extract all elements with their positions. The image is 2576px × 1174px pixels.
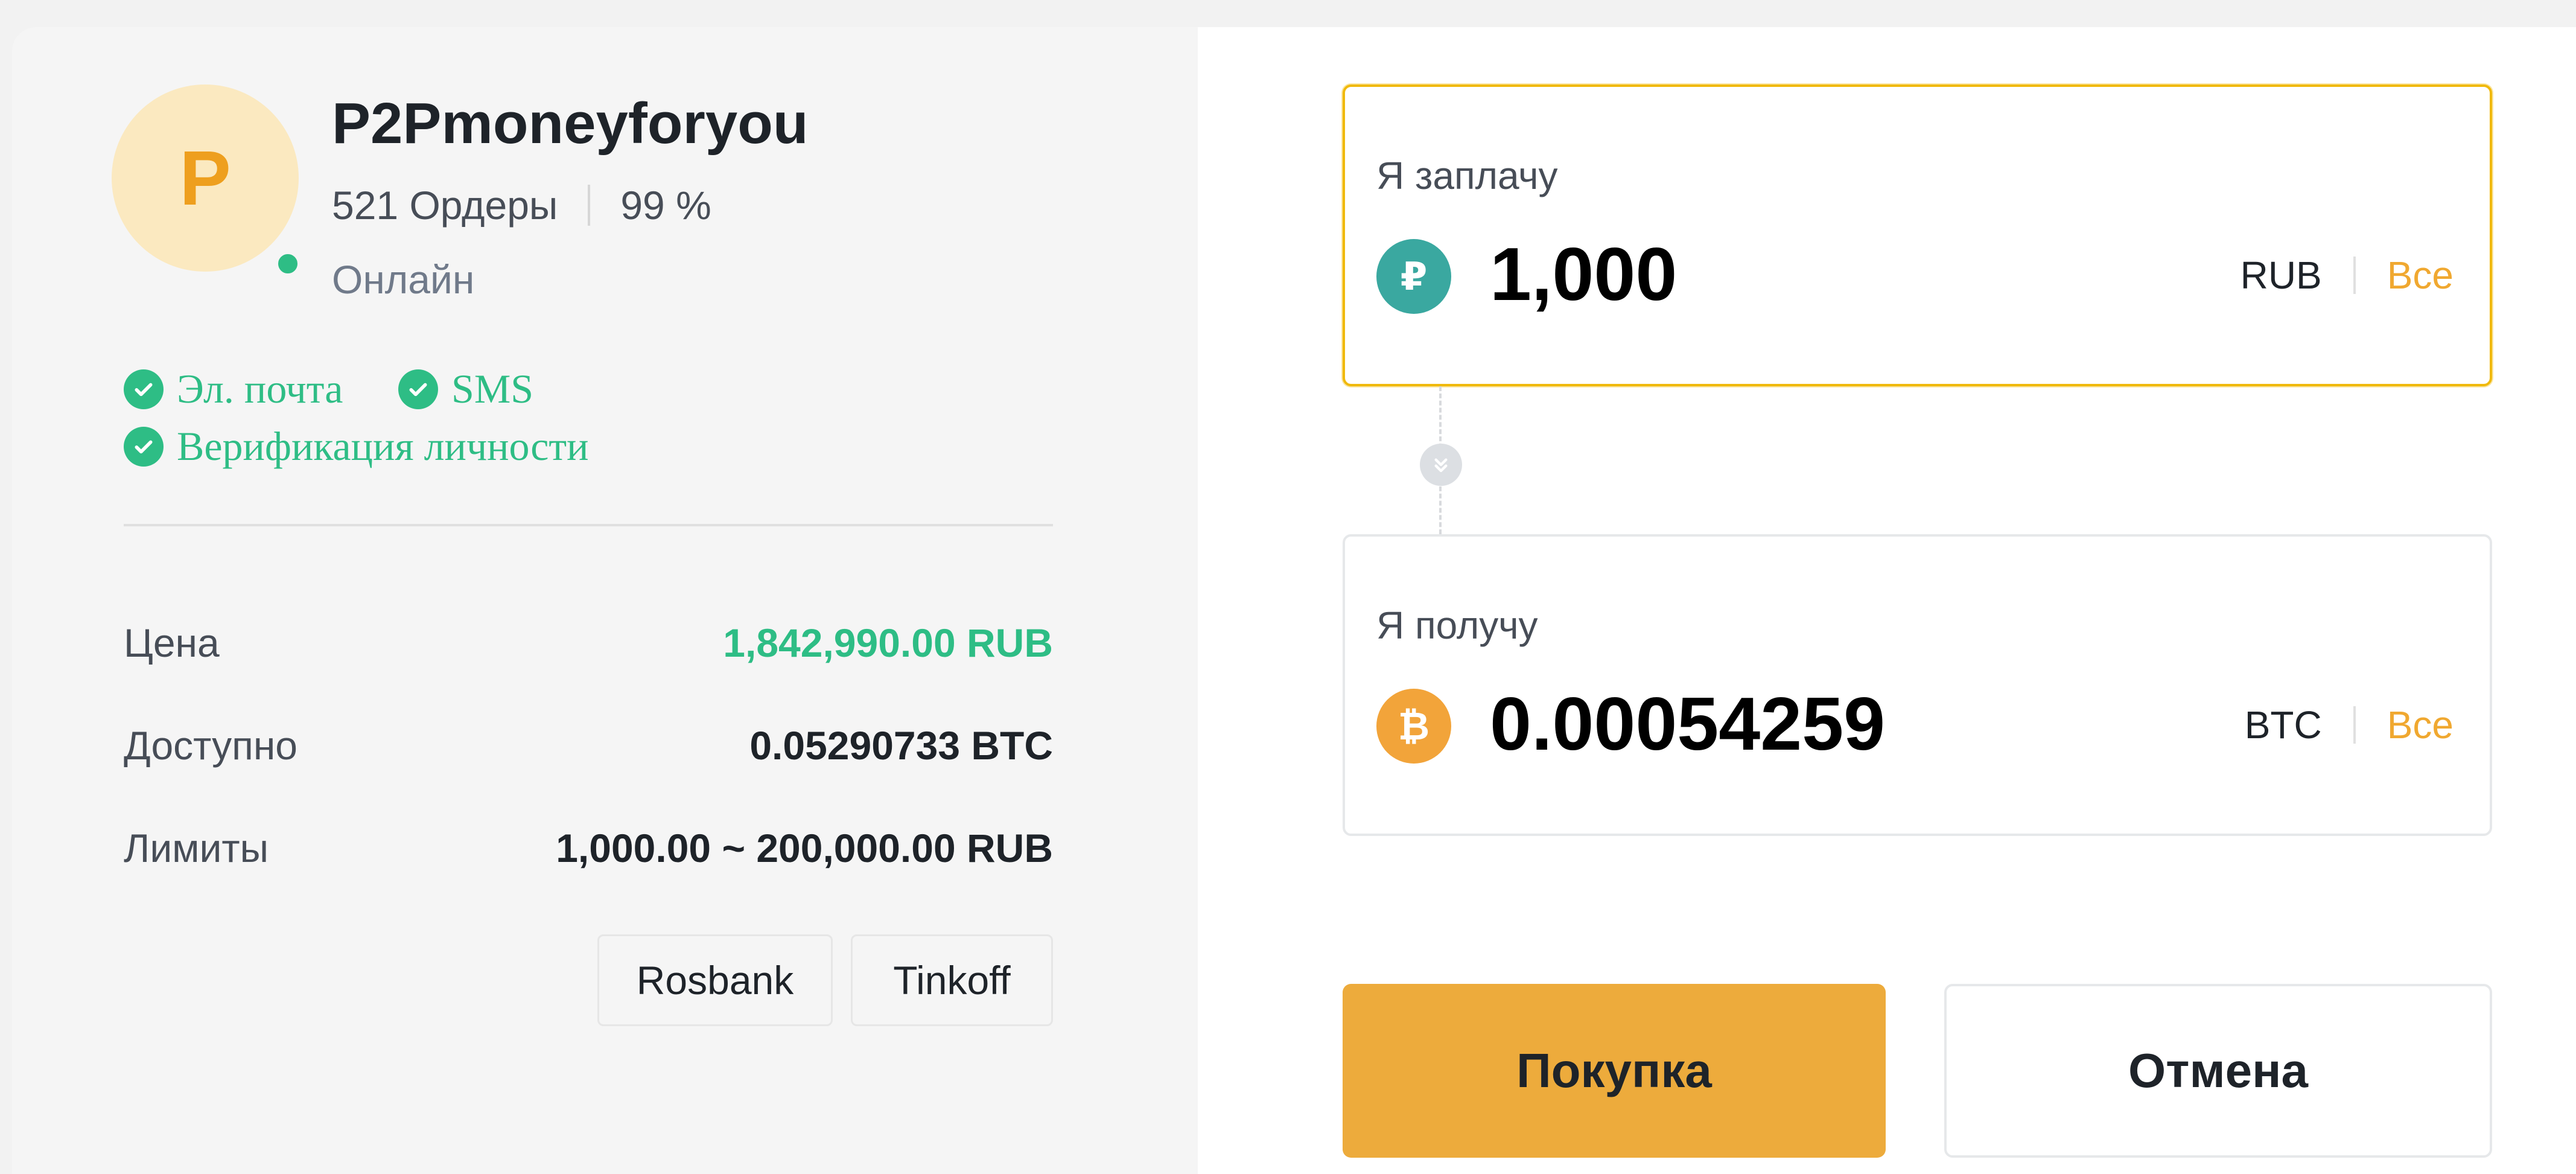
pay-suffix: RUB Все <box>2240 245 2454 305</box>
receive-label: Я получу <box>1376 604 1538 647</box>
verification-label: Эл. почта <box>177 366 343 412</box>
ruble-coin-icon: ₽ <box>1376 239 1451 314</box>
verification-identity: Верификация личности <box>124 423 589 470</box>
pay-currency: RUB <box>2240 254 2322 297</box>
available-value: 0.05290733 BTC <box>749 723 1053 768</box>
pay-amount-field[interactable]: Я заплачу ₽ 1,000 RUB Все <box>1343 85 2492 386</box>
buy-button[interactable]: Покупка <box>1343 984 1886 1158</box>
receive-amount-input[interactable]: 0.00054259 <box>1490 681 2093 767</box>
merchant-name[interactable]: P2Pmoneyforyou <box>332 91 809 157</box>
verification-label: Верификация личности <box>177 423 589 469</box>
divider <box>124 524 1053 526</box>
receive-currency: BTC <box>2244 703 2322 747</box>
orders-count: 521 Ордеры <box>332 183 558 228</box>
payment-method-tinkoff: Tinkoff <box>851 934 1053 1026</box>
merchant-stats: 521 Ордеры 99 % <box>332 181 711 229</box>
available-row: Доступно 0.05290733 BTC <box>124 718 1053 773</box>
online-indicator <box>275 250 301 277</box>
verification-email: Эл. почта <box>124 365 343 413</box>
payment-method-rosbank: Rosbank <box>597 934 833 1026</box>
price-value: 1,842,990.00 RUB <box>723 620 1053 665</box>
check-circle-icon <box>398 369 438 409</box>
cancel-button[interactable]: Отмена <box>1944 984 2492 1158</box>
receive-suffix: BTC Все <box>2245 695 2454 755</box>
receive-amount-field[interactable]: Я получу ₿ 0.00054259 BTC Все <box>1343 534 2492 836</box>
verification-label: SMS <box>451 366 534 412</box>
suffix-divider <box>2353 706 2356 744</box>
online-status: Онлайн <box>332 257 475 302</box>
check-circle-icon <box>124 369 164 409</box>
available-label: Доступно <box>124 723 298 768</box>
price-row: Цена 1,842,990.00 RUB <box>124 616 1053 670</box>
limits-value: 1,000.00 ~ 200,000.00 RUB <box>556 826 1053 870</box>
limits-label: Лимиты <box>124 826 269 870</box>
avatar: P <box>112 85 299 272</box>
arrow-down-icon <box>1420 444 1462 486</box>
limits-row: Лимиты 1,000.00 ~ 200,000.00 RUB <box>124 821 1053 875</box>
bitcoin-coin-icon: ₿ <box>1376 689 1451 764</box>
stats-divider <box>588 185 591 226</box>
completion-rate: 99 % <box>620 183 711 228</box>
verification-sms: SMS <box>398 365 533 413</box>
pay-all-button[interactable]: Все <box>2387 253 2454 298</box>
pay-label: Я заплачу <box>1376 154 1558 197</box>
pay-amount-input[interactable]: 1,000 <box>1490 232 2093 317</box>
suffix-divider <box>2353 257 2356 294</box>
price-label: Цена <box>124 620 220 665</box>
check-circle-icon <box>124 426 164 467</box>
receive-all-button[interactable]: Все <box>2387 703 2454 747</box>
